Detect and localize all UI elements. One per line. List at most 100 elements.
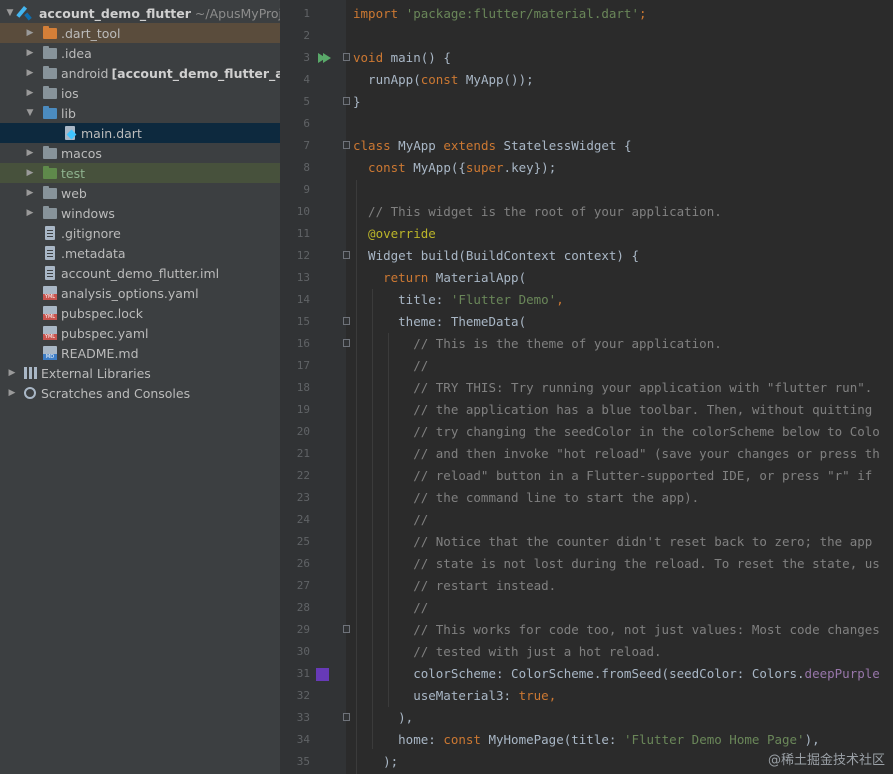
- code-token: import: [353, 6, 406, 21]
- code-token: 'Flutter Demo Home Page': [623, 732, 805, 747]
- code-comment[interactable]: // This works for code too, not just val…: [353, 619, 880, 641]
- chevron-right-icon[interactable]: ▶: [24, 43, 36, 63]
- fold-icon[interactable]: [343, 97, 350, 105]
- tree-item-label: .dart_tool: [61, 25, 121, 41]
- tree-item-scratches[interactable]: ▶ Scratches and Consoles: [0, 383, 280, 403]
- line-number: 8: [303, 161, 310, 174]
- code-comment[interactable]: // state is not lost during the reload. …: [353, 553, 880, 575]
- yaml-file-icon: [42, 285, 58, 301]
- line-number: 30: [296, 645, 310, 658]
- code-token: const: [443, 732, 481, 747]
- code-token: MyApp: [390, 138, 444, 153]
- chevron-right-icon[interactable]: ▶: [24, 23, 36, 43]
- code-comment[interactable]: // Notice that the counter didn't reset …: [353, 531, 872, 553]
- code-line[interactable]: Widget build(BuildContext context) {: [353, 245, 639, 267]
- tree-item-label: .idea: [61, 45, 92, 61]
- fold-icon[interactable]: [343, 53, 350, 61]
- color-swatch-icon[interactable]: [316, 668, 329, 681]
- chevron-right-icon[interactable]: ▶: [24, 83, 36, 103]
- code-comment[interactable]: // TRY THIS: Try running your applicatio…: [353, 377, 872, 399]
- tree-item-metadata[interactable]: ▶ .metadata: [0, 243, 280, 263]
- code-line[interactable]: runApp(const MyApp());: [353, 69, 534, 91]
- fold-icon[interactable]: [343, 317, 350, 325]
- tree-item-pubspec-yaml[interactable]: ▶ pubspec.yaml: [0, 323, 280, 343]
- code-line[interactable]: import 'package:flutter/material.dart';: [353, 3, 647, 25]
- code-line[interactable]: );: [353, 751, 398, 773]
- chevron-down-icon[interactable]: ▼: [24, 103, 36, 123]
- code-token: useMaterial3:: [353, 688, 519, 703]
- module-name-suffix: [account_demo_flutter_ar: [111, 65, 280, 81]
- fold-icon[interactable]: [343, 141, 350, 149]
- tree-item-dart-tool[interactable]: ▶ .dart_tool: [0, 23, 280, 43]
- tree-item-windows[interactable]: ▶ windows: [0, 203, 280, 223]
- code-comment[interactable]: // tested with just a hot reload.: [353, 641, 661, 663]
- tree-item-android[interactable]: ▶ android [account_demo_flutter_ar: [0, 63, 280, 83]
- chevron-right-icon[interactable]: ▶: [24, 203, 36, 223]
- markdown-file-icon: [42, 345, 58, 361]
- code-comment[interactable]: // the command line to start the app).: [353, 487, 699, 509]
- tree-item-test[interactable]: ▶ test: [0, 163, 280, 183]
- code-line[interactable]: title: 'Flutter Demo',: [353, 289, 564, 311]
- code-line[interactable]: }: [353, 91, 361, 113]
- code-line[interactable]: void main() {: [353, 47, 451, 69]
- tree-item-gitignore[interactable]: ▶ .gitignore: [0, 223, 280, 243]
- fold-icon[interactable]: [343, 713, 350, 721]
- fold-icon[interactable]: [343, 251, 350, 259]
- chevron-right-icon[interactable]: ▶: [6, 383, 18, 403]
- tree-item-ios[interactable]: ▶ ios: [0, 83, 280, 103]
- code-line[interactable]: theme: ThemeData(: [353, 311, 526, 333]
- tree-item-readme[interactable]: ▶ README.md: [0, 343, 280, 363]
- tree-item-main-dart[interactable]: ▶ main.dart: [0, 123, 280, 143]
- blue-folder-icon: [42, 105, 58, 121]
- code-comment[interactable]: // reload" button in a Flutter-supported…: [353, 465, 872, 487]
- code-comment[interactable]: // This widget is the root of your appli…: [353, 201, 722, 223]
- code-line[interactable]: home: const MyHomePage(title: 'Flutter D…: [353, 729, 820, 751]
- code-comment[interactable]: //: [353, 355, 428, 377]
- code-token: MyHomePage(title:: [480, 732, 624, 747]
- code-line[interactable]: const MyApp({super.key});: [353, 157, 556, 179]
- code-comment[interactable]: // and then invoke "hot reload" (save yo…: [353, 443, 880, 465]
- code-line[interactable]: colorScheme: ColorScheme.fromSeed(seedCo…: [353, 663, 880, 685]
- tree-item-idea[interactable]: ▶ .idea: [0, 43, 280, 63]
- editor-gutter: 1 2 3 4 5 6 7 8 9 10 11 12 13 14 15 16 1…: [280, 0, 346, 774]
- tree-item-label: .metadata: [61, 245, 126, 261]
- project-tree-panel: ▼ account_demo_flutter ~/ApusMyProje ▶ .…: [0, 0, 280, 774]
- code-comment[interactable]: // the application has a blue toolbar. T…: [353, 399, 872, 421]
- fold-icon[interactable]: [343, 625, 350, 633]
- tree-item-macos[interactable]: ▶ macos: [0, 143, 280, 163]
- code-line[interactable]: ),: [353, 707, 413, 729]
- code-comment[interactable]: // restart instead.: [353, 575, 556, 597]
- fold-icon[interactable]: [343, 339, 350, 347]
- code-line[interactable]: class MyApp extends StatelessWidget {: [353, 135, 631, 157]
- code-annotation[interactable]: @override: [353, 223, 436, 245]
- code-line[interactable]: return MaterialApp(: [353, 267, 526, 289]
- tree-item-pubspec-lock[interactable]: ▶ pubspec.lock: [0, 303, 280, 323]
- code-comment[interactable]: // try changing the seedColor in the col…: [353, 421, 880, 443]
- tree-item-analysis-options[interactable]: ▶ analysis_options.yaml: [0, 283, 280, 303]
- code-comment[interactable]: //: [353, 597, 428, 619]
- line-number: 32: [296, 689, 310, 702]
- chevron-right-icon[interactable]: ▶: [24, 63, 36, 83]
- code-comment[interactable]: // This is the theme of your application…: [353, 333, 722, 355]
- chevron-right-icon[interactable]: ▶: [24, 163, 36, 183]
- chevron-right-icon[interactable]: ▶: [24, 183, 36, 203]
- yaml-file-icon: [42, 325, 58, 341]
- tree-item-iml[interactable]: ▶ account_demo_flutter.iml: [0, 263, 280, 283]
- run-icon[interactable]: [318, 53, 331, 63]
- line-number: 31: [296, 667, 310, 680]
- tree-item-external-libraries[interactable]: ▶ External Libraries: [0, 363, 280, 383]
- code-token: MyApp({: [405, 160, 466, 175]
- tree-root-row[interactable]: ▼ account_demo_flutter ~/ApusMyProje: [0, 3, 280, 23]
- code-line[interactable]: useMaterial3: true,: [353, 685, 556, 707]
- code-token: const: [353, 160, 406, 175]
- chevron-down-icon[interactable]: ▼: [4, 3, 16, 23]
- chevron-right-icon[interactable]: ▶: [24, 143, 36, 163]
- tree-item-web[interactable]: ▶ web: [0, 183, 280, 203]
- tree-item-label: web: [61, 185, 87, 201]
- code-editor[interactable]: 1 2 3 4 5 6 7 8 9 10 11 12 13 14 15 16 1…: [280, 0, 893, 774]
- chevron-right-icon[interactable]: ▶: [6, 363, 18, 383]
- code-comment[interactable]: //: [353, 509, 428, 531]
- tree-item-lib[interactable]: ▼ lib: [0, 103, 280, 123]
- line-number: 1: [303, 7, 310, 20]
- line-number: 15: [296, 315, 310, 328]
